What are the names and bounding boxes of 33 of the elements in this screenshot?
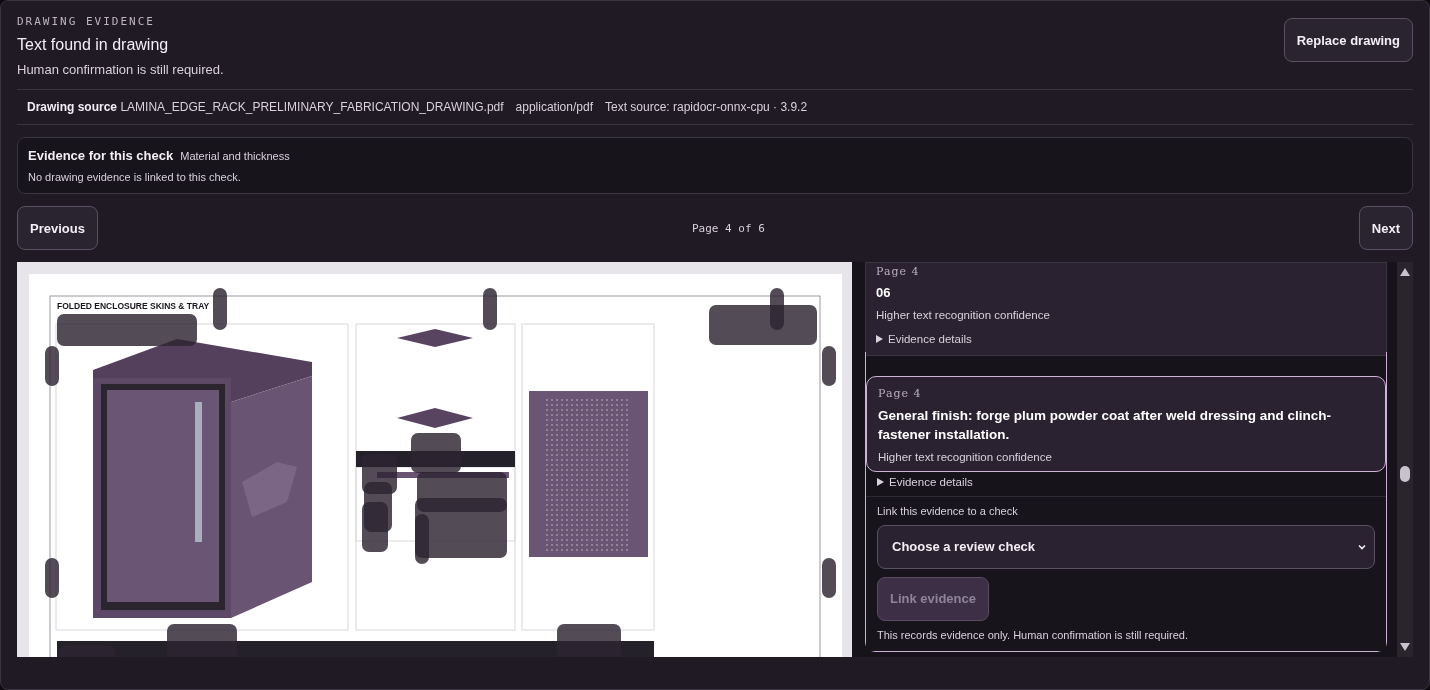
page-label: Page 4 xyxy=(876,265,921,278)
text-source: Text source: rapidocr-onnx-cpu · 3.9.2 xyxy=(605,100,808,114)
next-button[interactable]: Next xyxy=(1358,206,1413,250)
link-form-label: Link this evidence to a check xyxy=(877,504,1019,517)
evidence-details-toggle[interactable]: Evidence details xyxy=(866,471,1386,496)
confidence-label: Higher text recognition confidence xyxy=(878,450,1053,463)
section-eyebrow: DRAWING EVIDENCE xyxy=(17,15,156,28)
file-name: LAMINA_EDGE_RACK_PRELIMINARY_FABRICATION_DRAWING.pdf xyxy=(120,100,504,114)
page-label: Page 4 xyxy=(878,386,923,400)
evidence-text: General finish: forge plum powder coat after weld dressing and clinch-fastener installation. xyxy=(878,406,1333,445)
review-check-select[interactable]: Choose a review check xyxy=(877,524,1375,569)
check-message: No drawing evidence is linked to this check. xyxy=(28,171,242,183)
source-label: Drawing source xyxy=(27,100,118,114)
evidence-details-toggle[interactable]: Evidence details xyxy=(876,326,1376,345)
scroll-thumb[interactable] xyxy=(1400,466,1410,482)
evidence-card[interactable]: Page 4 General finish: forge plum powder coat after weld dressing and clinch-fastener installation. Higher text recognition confidence xyxy=(866,375,1386,472)
page-title: Text found in drawing xyxy=(17,36,170,54)
check-name: Material and thickness xyxy=(180,150,290,162)
check-label: Evidence for this check xyxy=(28,148,174,163)
mime-type: application/pdf xyxy=(515,100,593,114)
page-subtitle: Human confirmation is still required. xyxy=(17,62,224,77)
replace-drawing-button[interactable]: Replace drawing xyxy=(1283,18,1413,62)
expand-triangle-icon xyxy=(876,334,883,343)
evidence-text: 06 xyxy=(876,284,892,302)
scroll-down-icon[interactable] xyxy=(1400,643,1410,651)
link-note: This records evidence only. Human confirmation is still required. xyxy=(877,628,1189,641)
scrollbar[interactable] xyxy=(1397,262,1413,657)
scroll-up-icon[interactable] xyxy=(1400,268,1410,276)
expand-triangle-icon xyxy=(877,477,884,486)
confidence-label: Higher text recognition confidence xyxy=(876,308,1051,321)
page-indicator: Page 4 of 6 xyxy=(691,221,765,235)
evidence-card[interactable]: Page 4 06 Higher text recognition confidence Evidence details xyxy=(865,262,1387,356)
previous-button[interactable]: Previous xyxy=(17,206,98,250)
